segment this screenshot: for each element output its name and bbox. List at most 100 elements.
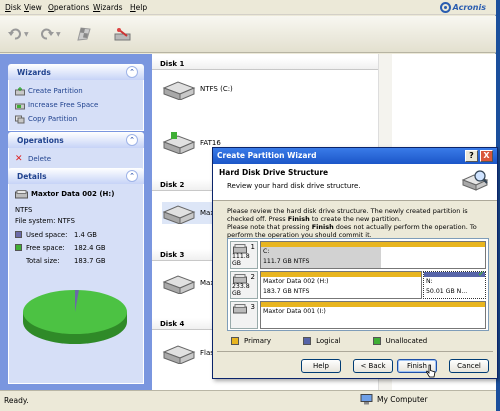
copy-partition-icon — [15, 115, 25, 123]
collapse-icon[interactable]: ⌃ — [126, 170, 138, 182]
chevron-down-icon: ▼ — [24, 30, 29, 38]
create-partition-link[interactable]: Create Partition — [15, 84, 137, 98]
chevron-down-icon: ▼ — [56, 30, 61, 38]
disk-magnifier-icon — [461, 170, 489, 191]
wizard-title-bar[interactable]: Create Partition Wizard ? X — [213, 148, 497, 164]
partition-item[interactable]: NTFS (C:) — [162, 78, 233, 100]
partition-segment-primary[interactable]: Maxtor Data 002 (H:) 183.7 GB NTFS — [260, 271, 422, 299]
free-value: 182.4 GB — [74, 243, 106, 252]
checkmark-icon: ✔ — [478, 270, 484, 278]
hard-disk-icon — [15, 189, 28, 198]
mouse-cursor-icon — [426, 364, 436, 378]
acronis-logo-icon — [439, 2, 451, 13]
wizard-title: Create Partition Wizard — [217, 151, 317, 160]
wizard-heading: Hard Disk Drive Structure — [219, 168, 329, 177]
disk-tool-icon — [114, 28, 131, 41]
panel-title: Details — [17, 171, 47, 181]
wizard-subheading: Review your hard disk drive structure. — [227, 182, 361, 190]
button-divider — [217, 351, 493, 352]
menu-disk[interactable]: Disk — [5, 3, 21, 12]
acronis-logo: Acronis — [439, 1, 486, 14]
used-swatch — [15, 231, 22, 238]
brand-name: Acronis — [452, 3, 486, 12]
unallocated-swatch — [372, 336, 381, 345]
wizards-panel-body: Create Partition Increase Free Space Cop… — [8, 80, 144, 131]
task-pane: Wizards ⌃ Create Partition Increase Free… — [0, 54, 152, 390]
details-panel-header[interactable]: Details ⌃ — [8, 168, 144, 184]
disk-map-icon: 1 111.8 GB — [230, 241, 258, 269]
segment-size: 50.01 GB N... — [426, 288, 468, 295]
usage-pie-chart — [23, 290, 127, 344]
disk-map-row[interactable]: 2 233.8 GB Maxtor Data 002 (H:) 183.7 GB… — [230, 270, 486, 299]
status-text: Ready. — [4, 396, 29, 405]
status-bar: Ready. My Computer — [0, 390, 496, 411]
segment-label: Maxtor Data 002 (H:) — [263, 278, 329, 285]
disk-structure-map: 1 111.8 GB C: 111.7 GB NTFS 2 233.8 GB M… — [227, 238, 489, 331]
free-swatch — [15, 244, 22, 251]
primary-swatch — [231, 336, 239, 345]
disk-map-row[interactable]: 3 Maxtor Data 001 (I:) — [230, 301, 486, 329]
hard-disk-icon — [162, 132, 196, 154]
details-title-row: Maxtor Data 002 (H:) — [15, 188, 137, 200]
wizards-panel-header[interactable]: Wizards ⌃ — [8, 64, 144, 80]
delete-icon: ✕ — [15, 153, 23, 164]
details-fs: NTFS — [15, 205, 33, 214]
hard-disk-icon — [162, 275, 196, 294]
partition-segment-logical-new[interactable]: ✔ N: 50.01 GB N... — [423, 270, 486, 299]
hard-disk-icon — [233, 304, 247, 314]
copy-partition-link[interactable]: Copy Partition — [15, 112, 137, 126]
details-fs-line: File system: NTFS — [15, 216, 75, 225]
free-space-row: Free space: 182.4 GB — [15, 242, 137, 253]
used-label: Used space: — [26, 230, 68, 239]
total-label: Total size: — [26, 256, 60, 265]
delete-link[interactable]: ✕ Delete — [15, 152, 137, 166]
logical-bar: ✔ — [424, 270, 485, 278]
checkered-flag-icon — [77, 27, 91, 41]
operations-panel-header[interactable]: Operations ⌃ — [8, 132, 144, 148]
create-partition-wizard: Create Partition Wizard ? X Hard Disk Dr… — [212, 147, 498, 379]
disk-map-icon: 3 — [230, 301, 258, 329]
menu-wizards[interactable]: Wizards — [93, 3, 123, 12]
redo-button[interactable]: ▼ — [40, 24, 61, 44]
close-title-button[interactable]: X — [480, 150, 493, 162]
menu-help[interactable]: Help — [130, 3, 147, 12]
hard-disk-icon — [162, 205, 196, 224]
segment-size: 183.7 GB NTFS — [263, 288, 310, 295]
operations-panel: Operations ⌃ ✕ Delete — [8, 132, 144, 171]
increase-free-space-link[interactable]: Increase Free Space — [15, 98, 137, 112]
commit-button[interactable] — [76, 24, 92, 44]
disk-tool-button[interactable] — [114, 24, 132, 44]
logical-swatch — [303, 336, 312, 345]
partition-segment-primary[interactable]: Maxtor Data 001 (I:) — [260, 301, 486, 329]
segment-size: 111.7 GB NTFS — [263, 258, 310, 265]
collapse-icon[interactable]: ⌃ — [126, 66, 138, 78]
collapse-icon[interactable]: ⌃ — [126, 134, 138, 146]
redo-icon — [41, 28, 54, 40]
legend-primary: Primary — [227, 336, 271, 345]
panel-title: Wizards — [17, 67, 51, 77]
help-title-button[interactable]: ? — [465, 150, 478, 162]
wizards-panel: Wizards ⌃ Create Partition Increase Free… — [8, 64, 144, 131]
cancel-button[interactable]: Cancel — [449, 359, 489, 373]
computer-icon — [360, 394, 373, 405]
menu-view[interactable]: View — [24, 3, 42, 12]
disk-map-icon: 2 233.8 GB — [230, 271, 258, 299]
disk-map-row[interactable]: 1 111.8 GB C: 111.7 GB NTFS — [230, 241, 486, 269]
create-partition-icon — [15, 86, 25, 95]
partition-segment-primary[interactable]: C: 111.7 GB NTFS — [260, 241, 486, 269]
menu-bar: Disk View Operations Wizards Help Acroni… — [0, 0, 496, 15]
wizard-header: Hard Disk Drive Structure Review your ha… — [213, 164, 497, 201]
hard-disk-icon — [162, 81, 196, 100]
details-partition-name: Maxtor Data 002 (H:) — [31, 190, 115, 198]
details-panel-body: Maxtor Data 002 (H:) NTFS File system: N… — [8, 184, 144, 384]
free-label: Free space: — [26, 243, 65, 252]
help-button[interactable]: Help — [301, 359, 341, 373]
back-button[interactable]: < Back — [353, 359, 393, 373]
legend-unallocated: Unallocated — [369, 336, 427, 345]
used-value: 1.4 GB — [74, 230, 97, 239]
menu-operations[interactable]: Operations — [48, 3, 89, 12]
wizard-description: Please review the hard disk drive struct… — [227, 207, 477, 239]
undo-button[interactable]: ▼ — [8, 24, 29, 44]
status-location: My Computer — [360, 394, 428, 405]
legend-logical: Logical — [299, 336, 341, 345]
